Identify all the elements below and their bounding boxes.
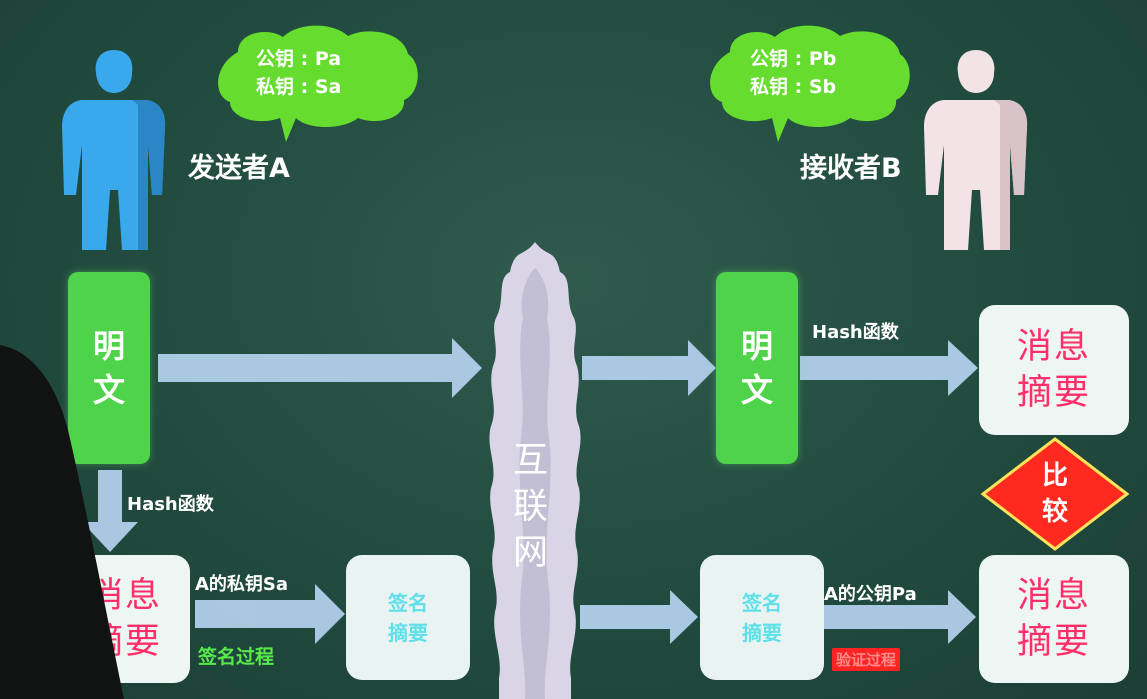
signed-digest-panel-b: 签名 摘要 (700, 555, 824, 680)
hash-label-receiver: Hash函数 (812, 322, 899, 343)
signed-digest-b-line-1: 签名 (742, 590, 782, 615)
arrow-internet-to-plaintext-b (582, 340, 716, 396)
digest-b-bottom-line-1: 消息 (1016, 576, 1091, 616)
signed-digest-panel-a: 签名 摘要 (346, 555, 470, 680)
verify-process-label: 验证过程 (832, 648, 901, 671)
arrow-hash-to-digest-b (800, 340, 978, 396)
plaintext-box-b: 明 文 (716, 272, 798, 464)
plaintext-b-char-1: 明 (740, 327, 773, 365)
internet-label: 互 联 网 (513, 438, 548, 576)
digest-b-top-line-2: 摘要 (1016, 373, 1091, 413)
signed-digest-a-line-2: 摘要 (388, 620, 428, 645)
digest-panel-b-bottom: 消息 摘要 (979, 555, 1129, 683)
plaintext-b-char-2: 文 (740, 371, 773, 409)
arrow-plaintext-to-internet (158, 338, 482, 398)
hash-label-sender: Hash函数 (127, 494, 214, 515)
digest-b-bottom-line-2: 摘要 (1016, 622, 1091, 662)
digest-panel-b-top: 消息 摘要 (979, 305, 1129, 435)
compare-label: 比 较 (1035, 458, 1075, 530)
verify-key-label: A的公钥Pa (824, 584, 917, 605)
internet-char-1: 互 (513, 441, 549, 481)
internet-char-2: 联 (513, 487, 549, 527)
sign-process-label: 签名过程 (198, 646, 275, 668)
presenter-silhouette (0, 345, 124, 699)
sign-key-label: A的私钥Sa (195, 574, 289, 595)
compare-char-1: 比 (1041, 461, 1068, 491)
compare-char-2: 较 (1041, 497, 1068, 527)
digest-b-top-line-1: 消息 (1016, 327, 1091, 367)
signed-digest-a-line-1: 签名 (388, 590, 428, 615)
signed-digest-b-line-2: 摘要 (742, 620, 782, 645)
internet-char-3: 网 (513, 533, 549, 573)
arrow-internet-to-signed-b (580, 590, 698, 644)
